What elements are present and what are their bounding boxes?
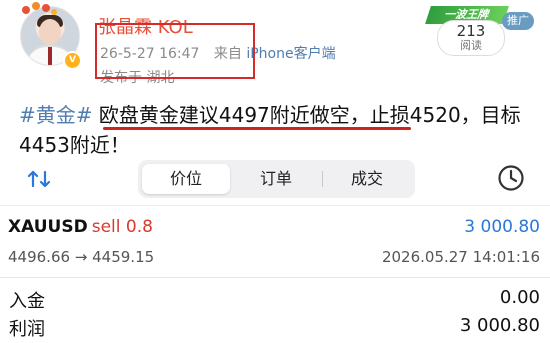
deposit-label: 入金 [9, 291, 45, 312]
segmented-control: 价位 订单 成交 [138, 160, 415, 198]
trade-symbol: XAUUSD [8, 217, 88, 237]
post-content: #黄金# 欧盘黄金建议4497附近做空，止损4520，目标4453附近！ [19, 100, 539, 160]
highlight-box [95, 23, 255, 79]
trade-row[interactable]: XAUUSD sell 0.8 3 000.80 4496.66 → 4459.1… [0, 205, 550, 274]
summary-deposit-row: 入金 0.00 [0, 287, 550, 315]
avatar-tie [48, 47, 52, 65]
avatar-face [39, 19, 61, 45]
post-device[interactable]: iPhone客户端 [246, 46, 335, 62]
summary-profit-row: 利润 3 000.80 [0, 315, 550, 343]
tab-orders[interactable]: 订单 [232, 164, 320, 194]
sort-icon[interactable] [26, 166, 52, 192]
post-topic[interactable]: #黄金# [19, 103, 93, 127]
read-label: 阅读 [460, 39, 482, 52]
push-badge: 推广 [502, 12, 534, 30]
read-count: 213 [456, 22, 486, 40]
history-toolbar: 价位 订单 成交 [0, 158, 550, 202]
verified-icon: V [63, 51, 82, 70]
clock-icon[interactable] [496, 163, 526, 193]
divider [0, 277, 550, 278]
deposit-value: 0.00 [499, 287, 540, 308]
profit-value: 3 000.80 [459, 315, 540, 336]
trade-side: sell 0.8 [91, 217, 153, 237]
trade-profit: 3 000.80 [464, 217, 540, 237]
highlight-underline [103, 127, 411, 130]
tab-positions[interactable]: 价位 [142, 164, 230, 194]
profit-label: 利润 [9, 319, 45, 340]
avatar-frame-decoration [22, 2, 57, 15]
tab-deals[interactable]: 成交 [323, 164, 411, 194]
read-count-badge: 213 阅读 [437, 20, 505, 56]
trade-symbol-line: XAUUSD sell 0.8 [8, 217, 153, 237]
trade-time: 2026.05.27 14:01:16 [381, 248, 540, 266]
weibo-post: V 张晶霖 KOL 26-5-27 16:47 来自 iPhone客户端 发布于… [0, 0, 550, 160]
post-text: 欧盘黄金建议4497附近做空，止损4520，目标4453附近！ [19, 103, 521, 157]
trade-prices: 4496.66 → 4459.15 [8, 248, 155, 266]
